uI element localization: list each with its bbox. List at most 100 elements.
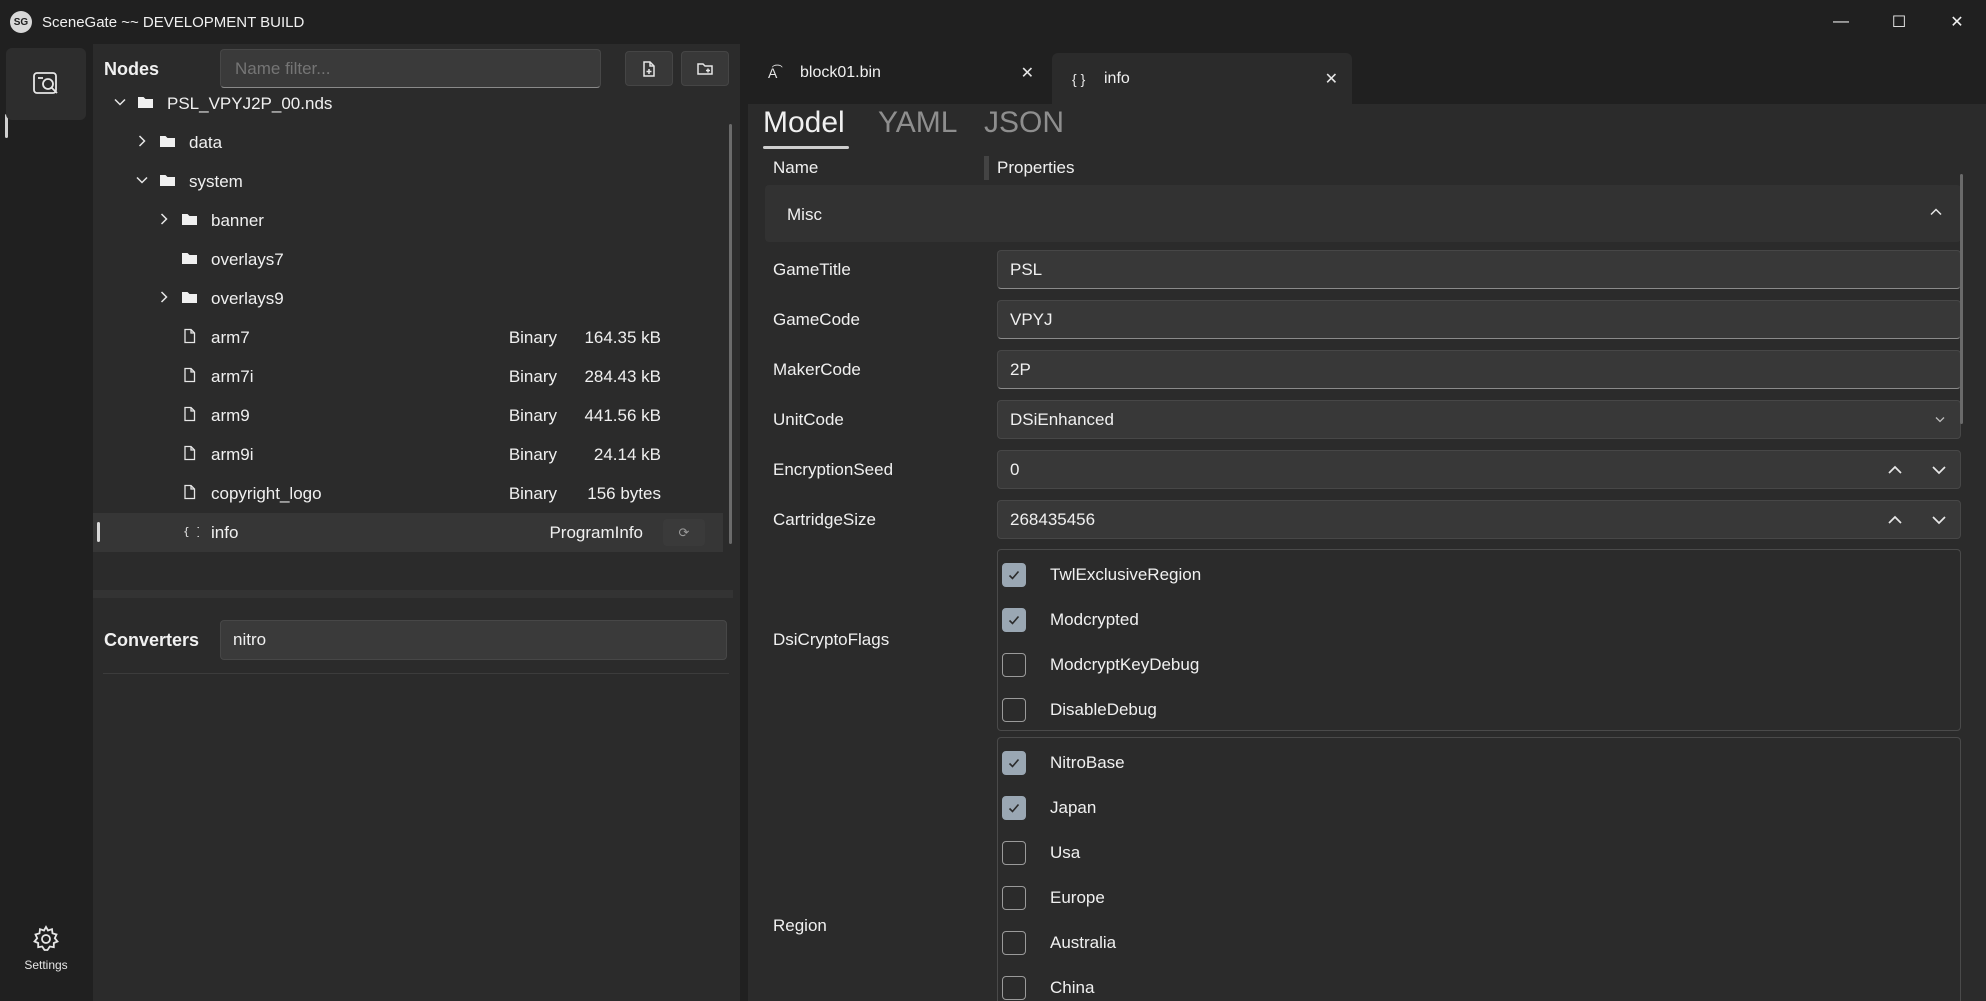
checkbox[interactable] — [1002, 841, 1026, 865]
gear-icon — [33, 925, 59, 951]
tab-block01[interactable]: A͡ block01.bin ✕ — [748, 53, 1048, 93]
add-file-icon — [643, 60, 655, 77]
tree-scrollbar[interactable] — [729, 124, 732, 544]
chevron-right-icon[interactable] — [135, 134, 149, 148]
converter-filter-input[interactable]: nitro — [220, 620, 727, 660]
minimize-button[interactable]: — — [1812, 0, 1870, 44]
tree-item-type: Binary — [508, 484, 557, 503]
game-title-input[interactable]: PSL — [997, 250, 1961, 289]
tree-item-label: PSL_VPYJ2P_00.nds — [167, 94, 333, 113]
column-divider[interactable] — [984, 156, 989, 180]
settings-rail-button[interactable]: Settings — [10, 924, 82, 984]
name-filter-input[interactable] — [220, 49, 601, 88]
chevron-right-icon[interactable] — [157, 212, 171, 226]
close-icon[interactable]: ✕ — [1325, 69, 1338, 89]
checkbox[interactable] — [1002, 698, 1026, 722]
add-file-button[interactable] — [625, 51, 673, 86]
increment-icon[interactable] — [1886, 511, 1904, 529]
tree-row[interactable]: overlays9 — [93, 279, 723, 318]
checkbox-item[interactable]: Modcrypted — [998, 599, 1958, 644]
checkbox[interactable] — [1002, 886, 1026, 910]
checkbox-item[interactable]: ModcryptKeyDebug — [998, 644, 1958, 689]
checkbox-item[interactable]: Japan — [998, 787, 1958, 832]
tree-item-size: 441.56 kB — [584, 406, 661, 425]
misc-section-header[interactable]: Misc — [765, 185, 1961, 242]
tree-row[interactable]: arm7 Binary 164.35 kB — [93, 318, 723, 357]
settings-label: Settings — [24, 958, 68, 972]
folder-icon — [160, 136, 175, 147]
file-icon — [184, 328, 196, 344]
checkbox[interactable] — [1002, 976, 1026, 1000]
decrement-icon[interactable] — [1930, 461, 1948, 479]
app-logo: SG — [10, 11, 32, 33]
checkbox-item[interactable]: Europe — [998, 877, 1958, 922]
checkbox-label: ModcryptKeyDebug — [1050, 655, 1200, 674]
unit-code-dropdown[interactable]: DSiEnhanced — [997, 400, 1961, 439]
checkbox[interactable] — [1002, 931, 1026, 955]
chevron-down-icon[interactable] — [113, 95, 127, 109]
node-tree: PSL_VPYJ2P_00.nds data system banner overlay… — [93, 90, 733, 585]
tree-row[interactable]: arm9 Binary 441.56 kB — [93, 396, 723, 435]
tree-row[interactable]: arm7i Binary 284.43 kB — [93, 357, 723, 396]
increment-icon[interactable] — [1886, 461, 1904, 479]
chevron-down-icon[interactable] — [135, 173, 149, 187]
checkbox-label: Usa — [1050, 843, 1081, 862]
chevron-down-icon — [1935, 417, 1945, 423]
region-list: NitroBase Japan Usa Europe Australia China — [997, 737, 1961, 1001]
checkbox[interactable] — [1002, 563, 1026, 587]
add-folder-icon — [697, 62, 713, 75]
checkbox-item[interactable]: NitroBase — [998, 742, 1958, 787]
cartridge-size-label: CartridgeSize — [773, 510, 876, 529]
nodes-panel: Nodes PSL_VPYJ2P_00.ndsdata system banner o… — [93, 44, 740, 1001]
text-file-icon: A͡ — [768, 65, 778, 81]
game-title-label: GameTitle — [773, 260, 851, 279]
maker-code-label: MakerCode — [773, 360, 861, 379]
maker-code-input[interactable]: 2P — [997, 350, 1961, 389]
properties-scrollbar[interactable] — [1960, 174, 1963, 424]
tree-row[interactable]: overlays7 — [93, 240, 723, 279]
refresh-button[interactable]: ⟳ — [663, 519, 705, 546]
braces-icon: { } — [183, 525, 199, 538]
tree-row[interactable]: banner — [93, 201, 723, 240]
maximize-button[interactable]: ☐ — [1870, 0, 1928, 44]
checkbox-item[interactable]: China — [998, 967, 1958, 1001]
close-window-button[interactable]: ✕ — [1928, 0, 1986, 44]
tree-row[interactable]: system — [93, 162, 723, 201]
close-icon[interactable]: ✕ — [1021, 63, 1034, 83]
file-icon — [184, 445, 196, 461]
checkbox-item[interactable]: Usa — [998, 832, 1958, 877]
checkbox-item[interactable]: DisableDebug — [998, 689, 1958, 734]
decrement-icon[interactable] — [1930, 511, 1948, 529]
panel-splitter[interactable] — [93, 590, 733, 598]
view-tab-json[interactable]: JSON — [984, 106, 1064, 140]
encryption-seed-stepper[interactable]: 0 — [997, 450, 1961, 489]
view-tab-yaml[interactable]: YAML — [878, 106, 957, 140]
game-code-input[interactable]: VPYJ — [997, 300, 1961, 339]
tree-row[interactable]: arm9i Binary 24.14 kB — [93, 435, 723, 474]
checkbox[interactable] — [1002, 751, 1026, 775]
chevron-right-icon[interactable] — [157, 290, 171, 304]
explorer-rail-button[interactable] — [6, 48, 86, 120]
tab-label: block01.bin — [800, 64, 881, 81]
add-folder-button[interactable] — [681, 51, 729, 86]
checkbox-item[interactable]: Australia — [998, 922, 1958, 967]
checkbox[interactable] — [1002, 796, 1026, 820]
window-title: SceneGate ~~ DEVELOPMENT BUILD — [42, 13, 305, 31]
file-icon — [184, 367, 196, 383]
tree-item-label: arm9i — [211, 445, 254, 464]
tree-row[interactable]: copyright_logo Binary 156 bytes — [93, 474, 723, 513]
checkbox[interactable] — [1002, 653, 1026, 677]
tree-row[interactable]: PSL_VPYJ2P_00.nds — [93, 90, 723, 123]
tree-row[interactable]: { } info ProgramInfo ⟳ — [93, 513, 723, 552]
game-code-value: VPYJ — [1010, 310, 1053, 329]
cartridge-size-stepper[interactable]: 268435456 — [997, 500, 1961, 539]
encryption-seed-value: 0 — [1010, 460, 1020, 479]
checkbox[interactable] — [1002, 608, 1026, 632]
view-tab-model[interactable]: Model — [763, 106, 845, 140]
tree-item-label: data — [189, 133, 223, 152]
folder-icon — [182, 292, 197, 303]
tab-info[interactable]: { } info ✕ — [1052, 53, 1352, 104]
checkbox-item[interactable]: TwlExclusiveRegion — [998, 554, 1958, 599]
section-title: Misc — [787, 205, 822, 224]
tree-row[interactable]: data — [93, 123, 723, 162]
